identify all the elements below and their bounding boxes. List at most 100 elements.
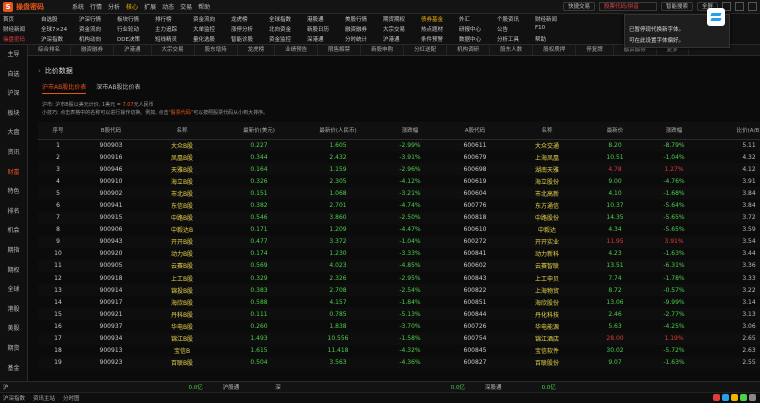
b-share-name[interactable]: 大众B股 xyxy=(144,139,220,152)
table-row[interactable]: 1 900903 大众B股 0.227 1.605 -2.99% 600611 大众交通 8.2… xyxy=(38,139,760,152)
menu-item[interactable]: 帮助 xyxy=(198,2,210,11)
column-header[interactable]: 名称 xyxy=(508,122,586,140)
column-header[interactable]: 比价(A/B) xyxy=(704,122,760,140)
a-share-name[interactable]: 华电能源 xyxy=(508,320,586,332)
quick-link[interactable]: 沪深指数 xyxy=(41,35,79,45)
quick-link[interactable]: 分析工具 xyxy=(497,35,535,45)
sidebar-item[interactable]: 机会 xyxy=(0,221,27,241)
a-share-name[interactable]: 海欣股份 xyxy=(508,296,586,308)
table-row[interactable]: 11 900905 云赛B股 0.569 4.023 -4.85% 600602 云赛智联 13… xyxy=(38,259,760,273)
a-share-name[interactable]: 东方通信 xyxy=(508,199,586,211)
quick-link[interactable]: 量化选股 xyxy=(193,35,231,45)
b-share-name[interactable]: 开开B股 xyxy=(144,235,220,248)
quick-link[interactable]: 帮助 xyxy=(535,35,573,45)
b-share-name[interactable]: 市北B股 xyxy=(144,187,220,200)
table-row[interactable]: 6 900941 东信B股 0.382 2.701 -4.74% 600776 东方通信 10.… xyxy=(38,199,760,211)
column-header[interactable]: 序号 xyxy=(38,122,78,140)
sidebar-item[interactable]: 主导 xyxy=(0,45,27,65)
sidebar-item[interactable]: 期指 xyxy=(0,241,27,261)
sidebar-item[interactable]: 美股 xyxy=(0,319,27,339)
data-tab[interactable]: 股权质押 xyxy=(533,45,577,55)
taskbar-start[interactable]: 沪深指数 xyxy=(3,394,25,402)
font-notice-popup[interactable]: 已暂停现代换新字体。 可在此设置字体偏好。 xyxy=(624,8,730,48)
table-row[interactable]: 12 900918 上工B股 0.329 2.326 -2.95% 600843 上工申贝 7.… xyxy=(38,272,760,284)
quick-link[interactable]: 财经新闻 xyxy=(3,25,41,35)
b-share-name[interactable]: 凤凰B股 xyxy=(144,151,220,163)
data-tab[interactable]: 分红送配 xyxy=(404,45,448,55)
a-share-name[interactable]: 开开实业 xyxy=(508,235,586,248)
sidebar-item[interactable]: 自选 xyxy=(0,65,27,85)
quick-link[interactable]: DDE决策 xyxy=(117,35,155,45)
quick-link[interactable]: 沪港通 xyxy=(383,35,421,45)
a-share-name[interactable]: 上工申贝 xyxy=(508,272,586,284)
close-icon[interactable] xyxy=(748,2,757,11)
b-share-name[interactable]: 上工B股 xyxy=(144,272,220,284)
menu-item[interactable]: 动态 xyxy=(162,2,174,11)
sidebar-item[interactable]: 期权 xyxy=(0,261,27,281)
table-row[interactable]: 17 900934 锦江B股 1.493 10.556 -1.58% 600754 锦江酒店 2… xyxy=(38,332,760,345)
column-header[interactable]: A股代码 xyxy=(442,122,508,140)
quick-link[interactable]: 新股日历 xyxy=(307,25,345,35)
sidebar-item[interactable]: 排名 xyxy=(0,202,27,222)
sidebar-item[interactable]: 特色 xyxy=(0,182,27,202)
quick-link[interactable]: 涨停分析 xyxy=(231,25,269,35)
quick-link[interactable]: 大宗交易 xyxy=(383,25,421,35)
table-row[interactable]: 2 900916 凤凰B股 0.344 2.432 -3.91% 600679 上海凤凰 10.… xyxy=(38,151,760,163)
quick-link[interactable]: 分时统计 xyxy=(345,35,383,45)
a-share-name[interactable]: 中毅达 xyxy=(508,224,586,236)
data-tab[interactable]: 融资融券 xyxy=(71,45,115,55)
quick-link[interactable]: 热点题材 xyxy=(421,25,459,35)
quick-link[interactable]: 债券基金 xyxy=(421,15,459,25)
quick-link[interactable]: 资金监控 xyxy=(269,35,307,45)
data-tab[interactable]: 新股申购 xyxy=(361,45,405,55)
menu-item[interactable]: 扩展 xyxy=(144,2,156,11)
a-share-name[interactable]: 大众交通 xyxy=(508,139,586,152)
tray-icon[interactable] xyxy=(713,394,720,401)
data-tab[interactable]: 停复牌 xyxy=(576,45,614,55)
a-share-name[interactable]: 海立股份 xyxy=(508,175,586,187)
menu-item[interactable]: 交易 xyxy=(180,2,192,11)
data-tab[interactable]: 股东人数 xyxy=(490,45,534,55)
b-share-name[interactable]: 海欣B股 xyxy=(144,296,220,308)
quick-link[interactable]: 全球7×24 xyxy=(41,25,79,35)
data-tab[interactable]: 龙虎榜 xyxy=(238,45,276,55)
data-tab[interactable]: 沪港通 xyxy=(114,45,152,55)
tray-icon[interactable] xyxy=(722,394,729,401)
smart-search-button[interactable]: 智能搜索 xyxy=(660,2,693,11)
quick-link[interactable]: F10 xyxy=(535,25,573,35)
data-tab[interactable]: 综合排名 xyxy=(28,45,72,55)
a-share-name[interactable]: 湖南天雅 xyxy=(508,163,586,176)
quick-link[interactable]: 资金流向 xyxy=(193,15,231,25)
a-share-name[interactable]: 宝信软件 xyxy=(508,345,586,357)
quick-link[interactable]: 智能诊股 xyxy=(231,35,269,45)
sidebar-item[interactable]: 港股 xyxy=(0,300,27,320)
table-row[interactable]: 7 900915 中路B股 0.546 3.860 -2.50% 600818 中路股份 14.… xyxy=(38,211,760,224)
b-share-name[interactable]: 天雅B股 xyxy=(144,163,220,176)
table-row[interactable]: 19 900923 百联B股 0.504 3.563 -4.36% 600827 百联股份 9.… xyxy=(38,356,760,369)
sidebar-item[interactable]: 期货 xyxy=(0,339,27,359)
quick-link[interactable]: 大单监控 xyxy=(193,25,231,35)
a-share-name[interactable]: 丹化科技 xyxy=(508,308,586,321)
column-header[interactable]: 最新价 xyxy=(586,122,644,140)
menu-item[interactable]: 行情 xyxy=(90,2,102,11)
quick-link[interactable]: 外汇 xyxy=(459,15,497,25)
sidebar-item[interactable]: 板块 xyxy=(0,104,27,124)
data-tab[interactable]: 大宗交易 xyxy=(152,45,195,55)
data-tab[interactable]: 限售解禁 xyxy=(318,45,362,55)
column-header[interactable]: 涨跌幅 xyxy=(378,122,442,140)
sidebar-item[interactable]: 沪深 xyxy=(0,84,27,104)
menu-item[interactable]: 系统 xyxy=(72,2,84,11)
quick-link[interactable]: 个股资讯 xyxy=(497,15,535,25)
sidebar-item[interactable]: 基金 xyxy=(0,359,27,379)
table-row[interactable]: 5 900902 市北B股 0.151 1.068 -3.21% 600604 市北高新 4.1… xyxy=(38,187,760,200)
b-share-name[interactable]: 海立B股 xyxy=(144,175,220,187)
quick-link[interactable]: 港股通 xyxy=(307,15,345,25)
quick-link[interactable]: 深港通 xyxy=(307,35,345,45)
b-share-name[interactable]: 百联B股 xyxy=(144,356,220,369)
b-share-name[interactable]: 东信B股 xyxy=(144,199,220,211)
tray-icon[interactable] xyxy=(740,394,747,401)
quick-link[interactable]: 财经新闻 xyxy=(535,15,573,25)
column-header[interactable]: B股代码 xyxy=(78,122,144,140)
quick-link[interactable]: 主力追踪 xyxy=(155,25,193,35)
sidebar-item[interactable]: 资讯 xyxy=(0,143,27,163)
